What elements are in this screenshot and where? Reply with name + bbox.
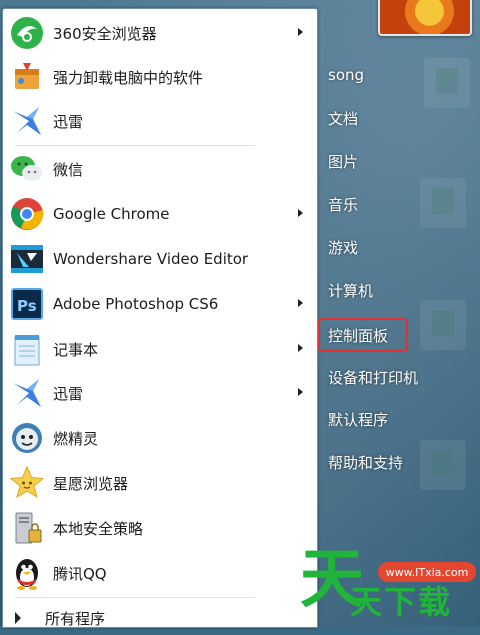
menu-item-label: Adobe Photoshop CS6 [53,295,219,313]
menu-item-notepad[interactable]: 记事本 [3,327,317,371]
menu-item-adobe-photoshop[interactable]: Ps Adobe Photoshop CS6 [3,282,317,326]
menu-item-label: 360安全浏览器 [53,24,157,43]
360-browser-icon [9,15,45,51]
right-item-games[interactable]: 游戏 [328,237,358,258]
wechat-icon [9,151,45,187]
notepad-icon [9,331,45,367]
menu-item-uninstaller[interactable]: 强力卸载电脑中的软件 [3,55,317,99]
menu-item-tencent-qq[interactable]: 腾讯QQ [3,551,317,595]
all-programs-label: 所有程序 [45,609,106,628]
thunder-bird-icon [9,375,45,411]
menu-item-wondershare-video-editor[interactable]: Wondershare Video Editor [3,237,317,281]
menu-item-xunlei-2[interactable]: 迅雷 [3,371,317,415]
uninstall-box-icon [9,59,45,95]
right-item-pictures[interactable]: 图片 [328,151,358,172]
submenu-arrow-icon [298,209,303,217]
menu-item-label: Google Chrome [53,205,170,223]
menu-item-label: Wondershare Video Editor [53,250,249,268]
menu-item-local-security-policy[interactable]: 本地安全策略 [3,506,317,550]
right-item-documents[interactable]: 文档 [328,108,358,129]
expand-arrow-icon [15,612,21,624]
menu-item-xunlei[interactable]: 迅雷 [3,99,317,143]
qq-penguin-icon [9,555,45,591]
watermark-text: 天下载 [350,583,453,621]
submenu-arrow-icon [298,344,303,352]
right-item-user-folder[interactable]: song [328,66,364,84]
submenu-arrow-icon [298,28,303,36]
right-item-default-programs[interactable]: 默认程序 [328,409,388,430]
menu-item-label: 本地安全策略 [53,519,144,538]
menu-item-label: 强力卸载电脑中的软件 [53,68,204,87]
submenu-arrow-icon [298,299,303,307]
menu-item-label: 迅雷 [53,384,84,403]
video-editor-icon [9,241,45,277]
menu-item-ranjingling[interactable]: 燃精灵 [3,416,317,460]
right-item-devices-printers[interactable]: 设备和打印机 [328,367,418,388]
svg-text:Ps: Ps [17,297,37,315]
menu-separator [15,145,255,146]
menu-item-wechat[interactable]: 微信 [3,147,317,191]
submenu-arrow-icon [298,388,303,396]
menu-item-label: 记事本 [53,340,99,359]
security-policy-icon [9,510,45,546]
right-item-computer[interactable]: 计算机 [328,280,373,301]
programs-pane: 360安全浏览器 强力卸载电脑中的软件 迅雷 微信 Google Chrome … [2,8,318,628]
sprite-face-icon [9,420,45,456]
menu-item-google-chrome[interactable]: Google Chrome [3,192,317,236]
menu-item-label: 腾讯QQ [53,564,107,583]
menu-separator [15,597,255,598]
thunder-bird-icon [9,103,45,139]
right-item-help-support[interactable]: 帮助和支持 [328,452,403,473]
menu-item-label: 迅雷 [53,112,84,131]
star-face-icon [9,465,45,501]
start-menu: 360安全浏览器 强力卸载电脑中的软件 迅雷 微信 Google Chrome … [0,0,480,628]
chrome-icon [9,196,45,232]
menu-item-label: 微信 [53,160,84,179]
watermark-url: www.ITxia.com [378,562,476,582]
menu-item-360-browser[interactable]: 360安全浏览器 [3,11,317,55]
right-item-music[interactable]: 音乐 [328,194,358,215]
menu-item-label: 星愿浏览器 [53,474,129,493]
user-picture[interactable] [378,0,472,36]
control-panel-highlight-box [318,318,408,352]
all-programs-button[interactable]: 所有程序 [3,601,317,635]
menu-item-label: 燃精灵 [53,429,99,448]
menu-item-star-browser[interactable]: 星愿浏览器 [3,461,317,505]
photoshop-icon: Ps [9,286,45,322]
